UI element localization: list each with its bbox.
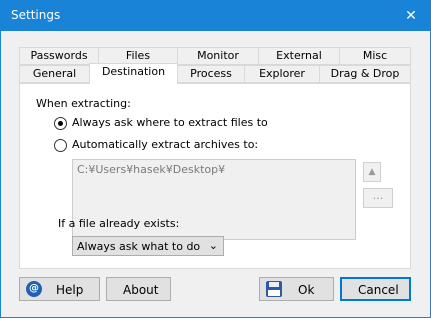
tab-label: Destination xyxy=(101,65,166,78)
tab-label: Process xyxy=(190,67,232,80)
browse-button[interactable]: ... xyxy=(363,188,393,208)
save-disk-icon xyxy=(266,281,282,297)
radio-always-ask[interactable] xyxy=(54,117,67,130)
title-bar[interactable]: Settings ✕ xyxy=(1,1,430,31)
when-extracting-label: When extracting: xyxy=(36,97,131,110)
if-exists-label: If a file already exists: xyxy=(58,217,180,230)
if-exists-select[interactable]: Always ask what to do ⌄ xyxy=(72,236,224,256)
tab-label: External xyxy=(276,49,322,62)
about-button[interactable]: About xyxy=(106,277,171,301)
extract-path-value: C:¥Users¥hasek¥Desktop¥ xyxy=(77,163,226,176)
tab-label: General xyxy=(32,67,77,80)
chevron-down-icon: ⌄ xyxy=(208,239,218,252)
at-sign-icon: @ xyxy=(26,281,42,297)
tab-passwords[interactable]: Passwords xyxy=(19,47,99,65)
tab-label: Drag & Drop xyxy=(330,67,400,80)
up-arrow-icon[interactable]: ▲ xyxy=(363,162,381,182)
radio-selected-dot xyxy=(58,121,63,126)
cancel-label: Cancel xyxy=(358,283,399,297)
ok-label: Ok xyxy=(298,283,315,297)
always-ask-label[interactable]: Always ask where to extract files to xyxy=(72,116,268,129)
up-glyph: ▲ xyxy=(368,167,376,177)
tab-general[interactable]: General xyxy=(19,65,90,83)
window-title: Settings xyxy=(11,8,61,22)
tab-label: Passwords xyxy=(30,49,88,62)
tab-misc[interactable]: Misc xyxy=(339,47,411,65)
tab-drag-drop[interactable]: Drag & Drop xyxy=(319,65,411,83)
help-button[interactable]: @ Help xyxy=(19,277,100,301)
browse-label: ... xyxy=(372,189,384,202)
tab-explorer[interactable]: Explorer xyxy=(244,65,320,83)
auto-extract-label[interactable]: Automatically extract archives to: xyxy=(72,138,258,151)
tab-process[interactable]: Process xyxy=(177,65,245,83)
tab-monitor[interactable]: Monitor xyxy=(177,47,259,65)
if-exists-value: Always ask what to do xyxy=(77,240,201,253)
destination-panel: When extracting: Always ask where to ext… xyxy=(19,83,411,269)
about-label: About xyxy=(123,283,159,297)
ok-button[interactable]: Ok xyxy=(259,277,334,301)
close-icon[interactable]: ✕ xyxy=(402,7,420,25)
tab-external[interactable]: External xyxy=(258,47,340,65)
radio-auto-extract[interactable] xyxy=(54,139,67,152)
help-label: Help xyxy=(56,283,84,297)
tab-label: Misc xyxy=(362,49,388,62)
cancel-button[interactable]: Cancel xyxy=(340,277,411,301)
tab-label: Files xyxy=(125,49,151,62)
tab-destination[interactable]: Destination xyxy=(89,63,178,84)
tab-label: Explorer xyxy=(259,67,305,80)
tab-label: Monitor xyxy=(197,49,239,62)
settings-window: Settings ✕ Passwords Files Monitor Exter… xyxy=(0,0,431,318)
